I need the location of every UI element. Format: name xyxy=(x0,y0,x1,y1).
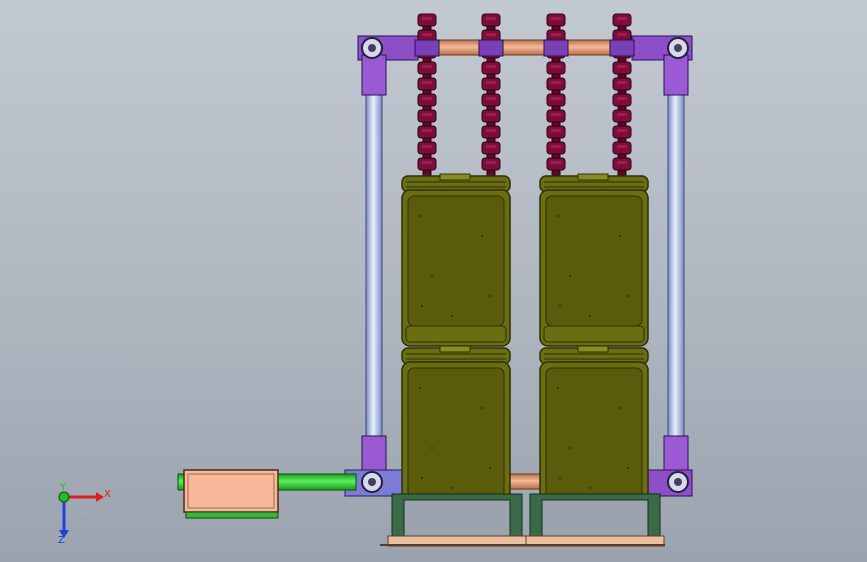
assembly-model[interactable]: X Y Z xyxy=(0,0,867,562)
bottom-right-elbow[interactable] xyxy=(647,435,693,497)
pump-base xyxy=(185,511,279,519)
pump-assembly[interactable] xyxy=(177,469,357,519)
tank-4[interactable] xyxy=(539,345,649,519)
tank-2[interactable] xyxy=(539,173,649,347)
right-vertical-pipe[interactable] xyxy=(667,59,685,451)
axis-triad: X Y Z xyxy=(58,482,111,546)
valve-stack-4[interactable] xyxy=(609,13,635,177)
valve-stack-2[interactable] xyxy=(478,13,504,177)
left-vertical-pipe[interactable] xyxy=(365,59,383,451)
top-right-elbow[interactable] xyxy=(631,35,693,96)
valve-stack-3[interactable] xyxy=(543,13,569,177)
tank-stand-right[interactable] xyxy=(525,493,665,547)
tank-stand-left[interactable] xyxy=(387,493,527,547)
axis-z-label: Z xyxy=(58,535,65,546)
pump-shaft xyxy=(275,473,357,491)
valve-stack-1[interactable] xyxy=(414,13,440,177)
axis-y-label: Y xyxy=(59,482,67,493)
axis-x-label: X xyxy=(104,489,111,500)
top-left-elbow[interactable] xyxy=(357,35,419,96)
pump-body xyxy=(183,469,279,513)
tank-3[interactable] xyxy=(401,345,511,519)
cad-viewport[interactable]: X Y Z xyxy=(0,0,867,562)
tank-1[interactable] xyxy=(401,173,511,347)
